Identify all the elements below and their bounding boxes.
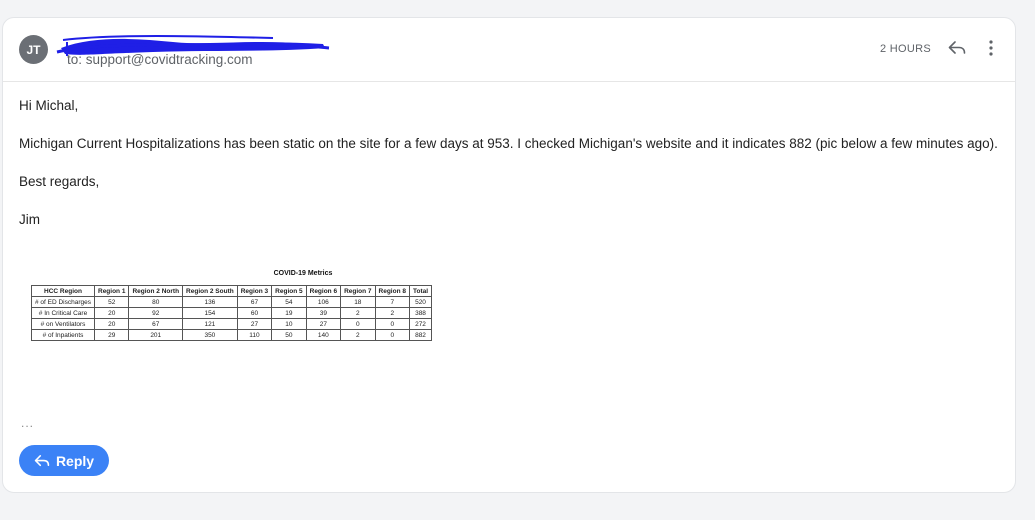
row-label: # on Ventilators <box>31 318 95 330</box>
table-cell: 106 <box>305 296 342 308</box>
table-row: # on Ventilators 20 67 121 27 10 27 0 0 … <box>31 318 433 330</box>
column-header: Region 3 <box>236 285 273 297</box>
table-cell: 350 <box>182 329 238 341</box>
table-row: # of ED Discharges 52 80 136 67 54 106 1… <box>31 296 433 308</box>
column-header: Region 6 <box>305 285 342 297</box>
column-header: Region 2 South <box>182 285 238 297</box>
metrics-title: COVID-19 Metrics <box>273 270 333 277</box>
table-cell: 20 <box>93 318 130 330</box>
table-cell: 388 <box>408 307 433 319</box>
closing: Best regards, <box>19 174 100 189</box>
message-timestamp: 2 HOURS <box>880 43 931 55</box>
table-cell: 154 <box>182 307 238 319</box>
table-cell: 27 <box>305 318 342 330</box>
table-cell: 67 <box>128 318 184 330</box>
table-cell: 2 <box>340 307 376 319</box>
table-cell: 520 <box>408 296 433 308</box>
table-cell: 121 <box>182 318 238 330</box>
column-header: HCC Region <box>31 285 95 297</box>
table-cell: 19 <box>271 307 307 319</box>
table-cell: 140 <box>305 329 342 341</box>
avatar[interactable]: JT <box>19 35 48 64</box>
table-cell: 67 <box>236 296 273 308</box>
inline-image-covid-metrics: COVID-19 Metrics HCC Region Region 1 Reg… <box>29 270 577 358</box>
message-body: Hi Michal, Michigan Current Hospitalizat… <box>19 96 1004 248</box>
table-cell: 54 <box>271 296 307 308</box>
column-header: Region 1 <box>93 285 130 297</box>
table-cell: 0 <box>340 318 376 330</box>
table-cell: 882 <box>408 329 433 341</box>
table-row: # In Critical Care 20 92 154 60 19 39 2 … <box>31 307 433 319</box>
column-header: Region 8 <box>374 285 410 297</box>
table-cell: 60 <box>236 307 273 319</box>
table-cell: 7 <box>374 296 410 308</box>
greeting: Hi Michal, <box>19 98 79 113</box>
reply-icon[interactable] <box>945 36 969 60</box>
table-cell: 92 <box>128 307 184 319</box>
email-message-card: JT to: support@covidtracking.com 2 HOURS… <box>2 17 1016 493</box>
column-header: Region 5 <box>271 285 307 297</box>
table-cell: 20 <box>93 307 130 319</box>
reply-button-label: Reply <box>55 452 95 469</box>
row-label: # of Inpatients <box>31 329 95 341</box>
table-cell: 136 <box>182 296 238 308</box>
table-cell: 10 <box>271 318 307 330</box>
table-cell: 39 <box>305 307 342 319</box>
table-cell: 52 <box>93 296 130 308</box>
table-cell: 50 <box>271 329 307 341</box>
column-header: Region 7 <box>340 285 376 297</box>
table-cell: 2 <box>340 329 376 341</box>
table-cell: 29 <box>93 329 130 341</box>
table-cell: 27 <box>236 318 273 330</box>
table-cell: 2 <box>374 307 410 319</box>
column-header: Region 2 North <box>128 285 184 297</box>
table-row: # of Inpatients 29 201 350 110 50 140 2 … <box>31 329 433 341</box>
more-options-icon[interactable] <box>979 36 1003 60</box>
signature: Jim <box>19 212 40 227</box>
metrics-table: HCC Region Region 1 Region 2 North Regio… <box>31 285 433 341</box>
message-header: JT to: support@covidtracking.com 2 HOURS <box>3 18 1015 82</box>
reply-button[interactable]: Reply <box>19 445 109 476</box>
table-cell: 272 <box>408 318 433 330</box>
recipient-line: to: support@covidtracking.com <box>67 52 253 67</box>
row-label: # In Critical Care <box>31 307 95 319</box>
table-cell: 201 <box>128 329 184 341</box>
body-paragraph: Michigan Current Hospitalizations has be… <box>19 136 998 151</box>
column-header: Total <box>408 285 433 297</box>
show-trimmed-content[interactable]: ... <box>21 416 34 430</box>
table-cell: 110 <box>236 329 273 341</box>
table-cell: 0 <box>374 318 410 330</box>
table-cell: 0 <box>374 329 410 341</box>
table-cell: 18 <box>340 296 376 308</box>
table-cell: 80 <box>128 296 184 308</box>
reply-arrow-icon <box>34 454 50 467</box>
row-label: # of ED Discharges <box>31 296 95 308</box>
